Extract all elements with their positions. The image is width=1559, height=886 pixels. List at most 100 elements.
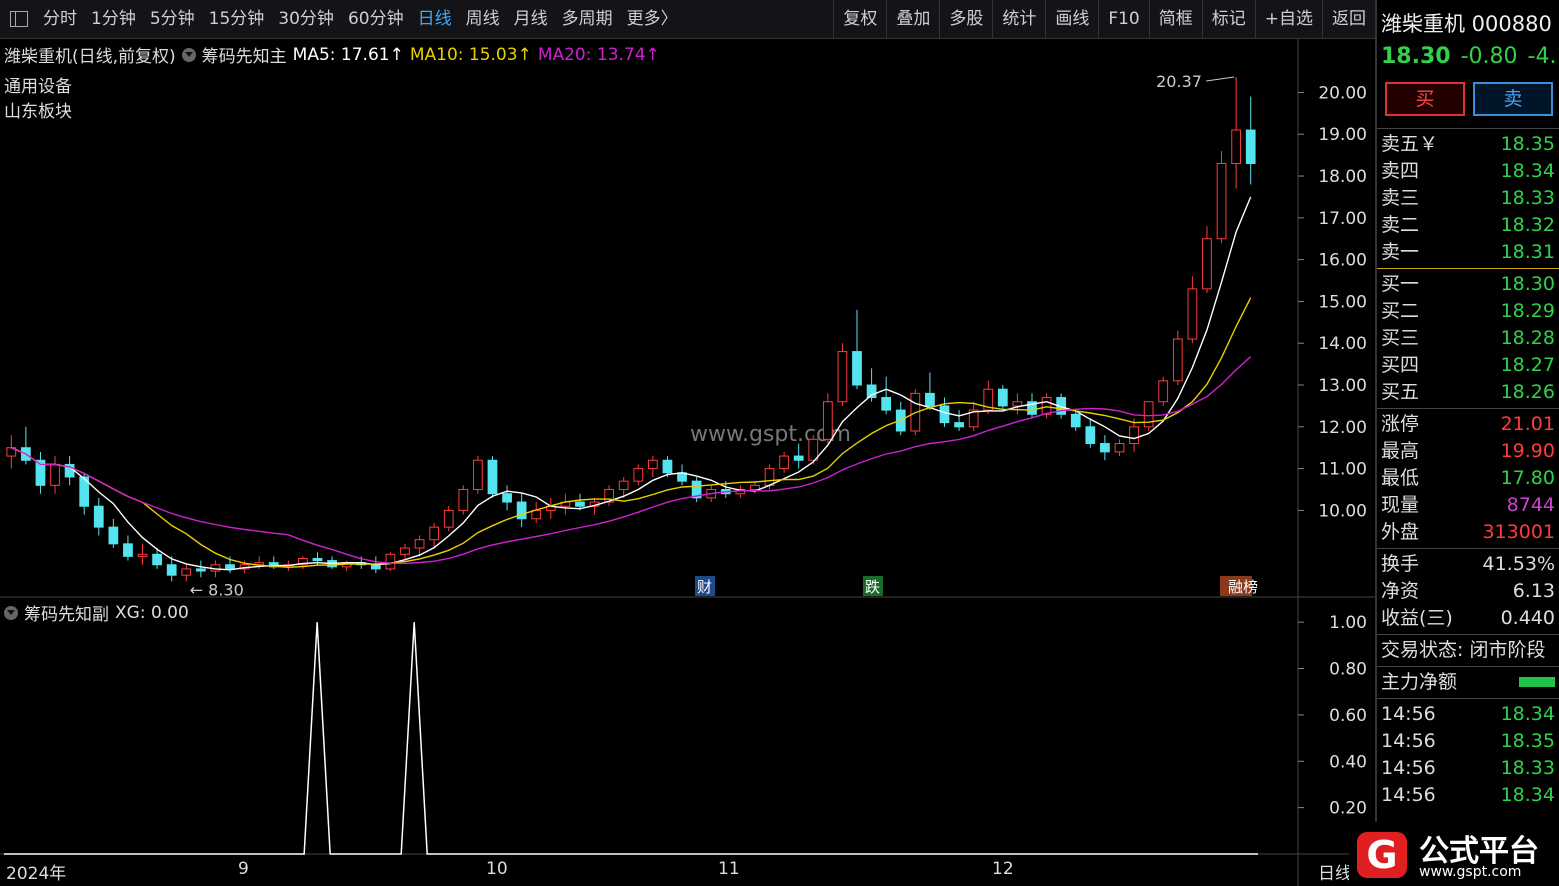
- ask-row[interactable]: 卖二 18.32: [1377, 212, 1559, 239]
- price-line: 18.30 -0.80 -4.1: [1377, 42, 1559, 72]
- layout-toggle-icon[interactable]: [10, 11, 28, 27]
- y-tick-label: 18.00: [1318, 167, 1367, 187]
- toolbar-button[interactable]: F10: [1098, 0, 1148, 38]
- period-tab[interactable]: 15分钟: [202, 0, 272, 38]
- bid-row[interactable]: 买三 18.28: [1377, 325, 1559, 352]
- stat-row[interactable]: 涨停 21.01: [1377, 411, 1559, 438]
- bid-row[interactable]: 买二 18.29: [1377, 298, 1559, 325]
- candle-body: [225, 564, 235, 570]
- tick-label: 14:56: [1381, 757, 1436, 779]
- stat2-value: 41.53%: [1482, 553, 1555, 575]
- toolbar-button[interactable]: 统计: [992, 0, 1045, 38]
- main-net-row[interactable]: 主力净额: [1377, 669, 1559, 696]
- toolbar-button[interactable]: 返回: [1322, 0, 1375, 38]
- ask-row[interactable]: 卖四 18.34: [1377, 158, 1559, 185]
- divider: [1377, 698, 1559, 699]
- period-toolbar: 分时 1分钟 5分钟 15分钟 30分钟 60分钟 日线 周线 月线 多周期 更多〉 复权 叠加 多股统…: [0, 0, 1375, 39]
- stat-value: 17.80: [1500, 467, 1555, 489]
- period-tab[interactable]: 分时: [36, 0, 84, 38]
- event-marker: 融榜: [1228, 578, 1258, 596]
- tick-row[interactable]: 14:56 18.33: [1377, 755, 1559, 782]
- sub-indicator-name[interactable]: 筹码先知副: [24, 600, 109, 625]
- tick-value: 18.34: [1500, 703, 1555, 725]
- stat-row[interactable]: 最高 19.90: [1377, 438, 1559, 465]
- candle-body: [1187, 288, 1198, 340]
- period-tab[interactable]: 周线: [459, 0, 507, 38]
- ask-row[interactable]: 卖五￥ 18.35: [1377, 131, 1559, 158]
- candle-body: [662, 459, 673, 474]
- sector-label-2[interactable]: 山东板块: [4, 97, 72, 122]
- candle-body: [764, 468, 775, 486]
- toolbar-button[interactable]: +自选: [1254, 0, 1322, 38]
- candle-body: [516, 501, 527, 520]
- period-tab[interactable]: 1分钟: [84, 0, 143, 38]
- stat-row[interactable]: 现量 8744: [1377, 492, 1559, 519]
- sub-y-tick-label: 0.20: [1329, 799, 1367, 819]
- toolbar-button[interactable]: 简框: [1148, 0, 1202, 38]
- period-tab[interactable]: 5分钟: [143, 0, 202, 38]
- candle-body: [195, 568, 206, 572]
- toolbar-button[interactable]: 画线: [1045, 0, 1098, 38]
- toolbar-button[interactable]: 标记: [1201, 0, 1255, 38]
- stat2-row[interactable]: 换手 41.53%: [1377, 551, 1559, 578]
- divider-ask-bid: [1377, 268, 1559, 269]
- candle-body: [487, 459, 498, 495]
- candle-body: [400, 547, 410, 555]
- tick-value: 18.35: [1500, 730, 1555, 752]
- ask-row[interactable]: 卖三 18.33: [1377, 185, 1559, 212]
- ma20-value: MA20: 13.74↑: [537, 44, 660, 65]
- period-tab[interactable]: 日线: [411, 0, 459, 38]
- tick-row[interactable]: 14:56 18.34: [1377, 701, 1559, 728]
- price-change-pct: -4.1: [1527, 44, 1559, 69]
- y-tick-label: 11.00: [1318, 460, 1367, 480]
- stat-label: 最低: [1381, 467, 1420, 489]
- candle-body: [312, 557, 323, 562]
- divider: [1377, 634, 1559, 635]
- toolbar-button[interactable]: 复权: [833, 0, 886, 38]
- candle-body: [429, 526, 440, 541]
- stat-row[interactable]: 最低 17.80: [1377, 465, 1559, 492]
- candle-body: [1114, 443, 1125, 453]
- tick-value: 18.34: [1500, 784, 1555, 806]
- period-tab[interactable]: 更多〉: [620, 0, 685, 38]
- ask-row[interactable]: 卖一 18.31: [1377, 239, 1559, 266]
- stat2-row[interactable]: 净资 6.13: [1377, 578, 1559, 605]
- period-tabs: 分时 1分钟 5分钟 15分钟 30分钟 60分钟 日线 周线 月线 多周期 更多〉: [36, 0, 685, 38]
- ask-label: 卖一: [1381, 241, 1420, 263]
- candle-body: [997, 388, 1008, 407]
- ask-list: 卖五￥ 18.35 卖四 18.34 卖三 18.33 卖二 18.32 卖一 18.31: [1377, 131, 1559, 266]
- ask-value: 18.35: [1500, 133, 1555, 155]
- bid-label: 买二: [1381, 300, 1420, 322]
- chart-svg[interactable]: www.gspt.com20.0019.0018.0017.0016.0015.…: [0, 39, 1375, 886]
- sub-y-tick-label: 0.80: [1329, 660, 1367, 680]
- stat-row[interactable]: 外盘 313001: [1377, 519, 1559, 546]
- toolbar-button[interactable]: 多股: [939, 0, 992, 38]
- period-tab[interactable]: 多周期: [555, 0, 620, 38]
- buy-button[interactable]: 买: [1385, 82, 1465, 116]
- candle-body: [822, 401, 833, 440]
- ask-value: 18.32: [1500, 214, 1555, 236]
- sector-label-1[interactable]: 通用设备: [4, 72, 72, 97]
- candle-body: [1158, 380, 1169, 403]
- tick-list: 14:56 18.34 14:56 18.35 14:56 18.33 14:56 18.34: [1377, 701, 1559, 809]
- candle-body: [152, 553, 162, 566]
- tick-row[interactable]: 14:56 18.34: [1377, 782, 1559, 809]
- candle-body: [1202, 238, 1212, 290]
- sub-y-tick-label: 0.40: [1329, 752, 1367, 772]
- period-tab[interactable]: 60分钟: [341, 0, 411, 38]
- toolbar-button[interactable]: 叠加: [886, 0, 939, 38]
- sub-dropdown-circle-icon[interactable]: [4, 605, 18, 620]
- tick-row[interactable]: 14:56 18.35: [1377, 728, 1559, 755]
- bid-row[interactable]: 买五 18.26: [1377, 379, 1559, 406]
- main-indicator-name[interactable]: 筹码先知主: [202, 42, 287, 67]
- period-tab[interactable]: 30分钟: [271, 0, 341, 38]
- last-price: 18.30: [1381, 44, 1451, 69]
- sell-button[interactable]: 卖: [1473, 82, 1553, 116]
- stat2-row[interactable]: 收益(三) 0.440: [1377, 605, 1559, 632]
- period-tab[interactable]: 月线: [507, 0, 555, 38]
- candle-body: [954, 422, 964, 428]
- bid-row[interactable]: 买四 18.27: [1377, 352, 1559, 379]
- dropdown-circle-icon[interactable]: [181, 47, 196, 62]
- bid-value: 18.28: [1500, 327, 1555, 349]
- bid-row[interactable]: 买一 18.30: [1377, 271, 1559, 298]
